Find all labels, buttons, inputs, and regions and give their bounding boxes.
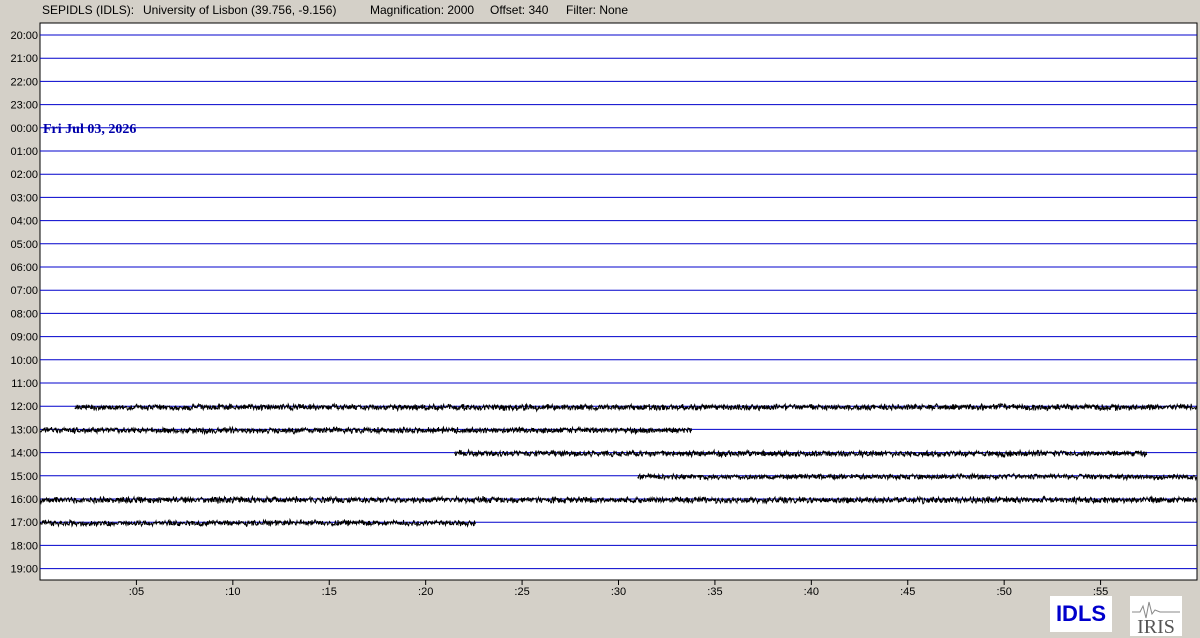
row-label: 10:00 [10, 355, 38, 367]
row-label: 15:00 [10, 471, 38, 483]
x-tick-label: :50 [997, 586, 1012, 598]
row-label: 16:00 [10, 494, 38, 506]
row-label: 22:00 [10, 76, 38, 88]
iris-logo: IRIS [1130, 596, 1182, 636]
x-tick-label: :40 [804, 586, 819, 598]
helicorder-plot: 20:00 21:00 22:00 23:00 00:00 01:00 02:00 03:00… [10, 22, 1198, 598]
row-label: 18:00 [10, 540, 38, 552]
row-labels: 20:00 21:00 22:00 23:00 00:00 01:00 02:00 03:00… [10, 30, 38, 576]
row-label: 21:00 [10, 53, 38, 65]
row-label: 19:00 [10, 564, 38, 576]
x-tick-label: :45 [900, 586, 915, 598]
row-label: 14:00 [10, 448, 38, 460]
row-label: 05:00 [10, 239, 38, 251]
row-label: 08:00 [10, 308, 38, 320]
row-label: 11:00 [11, 378, 38, 390]
row-label: 12:00 [10, 401, 38, 413]
x-axis-ticks: :05:10:15:20:25:30:35:40:45:50:55 [129, 580, 1108, 598]
row-label: 20:00 [10, 30, 38, 42]
idls-logo: IDLS [1050, 596, 1112, 632]
row-label: 01:00 [10, 146, 38, 158]
row-label: 04:00 [10, 216, 38, 228]
x-tick-label: :10 [225, 586, 240, 598]
row-label: 17:00 [10, 517, 38, 529]
x-tick-label: :15 [322, 586, 337, 598]
row-label: 03:00 [10, 192, 38, 204]
plot-area [39, 22, 1198, 581]
x-tick-label: :30 [611, 586, 626, 598]
row-label: 02:00 [10, 169, 38, 181]
row-label: 23:00 [10, 100, 38, 112]
row-label: 09:00 [10, 332, 38, 344]
x-tick-label: :35 [707, 586, 722, 598]
date-label: Fri Jul 03, 2026 [43, 122, 136, 137]
row-label: 07:00 [10, 285, 38, 297]
row-label: 00:00 [10, 123, 38, 135]
row-label: 13:00 [10, 424, 38, 436]
x-tick-label: :05 [129, 586, 144, 598]
iris-logo-text: IRIS [1137, 616, 1175, 636]
x-tick-label: :25 [514, 586, 529, 598]
row-label: 06:00 [10, 262, 38, 274]
x-tick-label: :20 [418, 586, 433, 598]
